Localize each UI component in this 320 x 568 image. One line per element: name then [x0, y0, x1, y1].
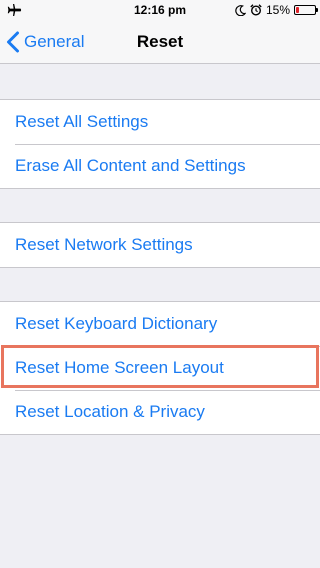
- battery-icon: [294, 5, 318, 15]
- status-indicators: 15%: [235, 3, 318, 17]
- reset-all-settings-button[interactable]: Reset All Settings: [0, 100, 320, 144]
- back-button[interactable]: General: [6, 20, 84, 64]
- erase-all-content-button[interactable]: Erase All Content and Settings: [0, 144, 320, 188]
- battery-tip: [316, 8, 318, 12]
- reset-location-privacy-button[interactable]: Reset Location & Privacy: [0, 390, 320, 434]
- reset-network-group: Reset Network Settings: [0, 222, 320, 268]
- reset-settings-group: Reset All Settings Erase All Content and…: [0, 99, 320, 189]
- moon-icon: [235, 4, 246, 16]
- navigation-bar: General Reset: [0, 20, 320, 64]
- reset-home-screen-layout-button[interactable]: Reset Home Screen Layout: [0, 346, 320, 390]
- battery-percentage: 15%: [265, 3, 290, 17]
- status-bar: 12:16 pm 15%: [0, 0, 320, 20]
- chevron-left-icon: [7, 31, 19, 53]
- battery-level-fill: [296, 7, 299, 13]
- alarm-clock-icon: [250, 4, 262, 16]
- back-button-label: General: [24, 32, 85, 51]
- reset-network-settings-button[interactable]: Reset Network Settings: [0, 223, 320, 267]
- reset-other-group: Reset Keyboard Dictionary Reset Home Scr…: [0, 301, 320, 435]
- reset-keyboard-dictionary-button[interactable]: Reset Keyboard Dictionary: [0, 302, 320, 346]
